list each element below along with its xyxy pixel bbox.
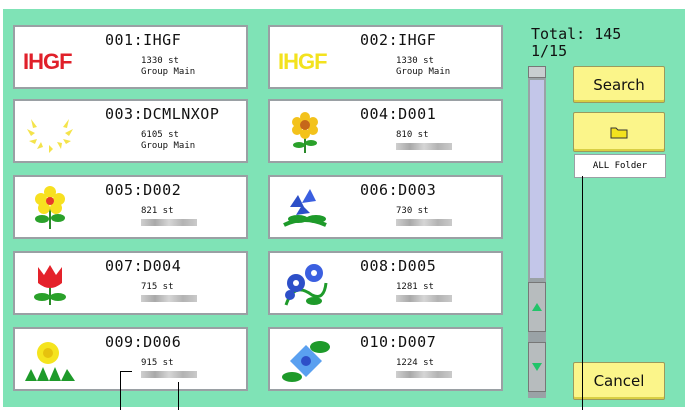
design-name: 003:DCMLNXOP	[105, 105, 220, 123]
blurred-group	[396, 371, 452, 378]
cancel-button[interactable]: Cancel	[573, 362, 665, 400]
hgf-red-logo-icon: IHGF	[23, 49, 73, 74]
blurred-group	[396, 295, 452, 302]
scrollbar-top-cap	[528, 66, 546, 78]
group-name: Group Main	[396, 67, 451, 77]
design-card-003[interactable]: 003:DCMLNXOP 6105 st Group Main	[13, 99, 248, 163]
svg-text:IHGF: IHGF	[23, 49, 72, 74]
design-name: 008:D005	[360, 257, 437, 275]
stitch-count: 1330 st	[141, 56, 179, 66]
triangle-down-icon	[532, 363, 542, 371]
group-name: Group Main	[141, 67, 196, 77]
stitch-count: 821 st	[141, 206, 174, 216]
blurred-group	[141, 371, 197, 378]
folder-button[interactable]	[573, 112, 665, 152]
design-card-005[interactable]: 005:D002 821 st	[13, 175, 248, 239]
cancel-button-label: Cancel	[593, 372, 645, 390]
design-card-004[interactable]: 004:D001 810 st	[268, 99, 503, 163]
sunflower-icon	[292, 112, 318, 153]
page-indicator: 1/15	[531, 42, 568, 60]
stitch-count: 810 st	[396, 130, 429, 140]
stitch-count: 6105 st	[141, 130, 179, 140]
hgf-yellow-logo-icon: IHGF	[278, 49, 328, 74]
design-name: 002:IHGF	[360, 31, 437, 49]
svg-text:IHGF: IHGF	[278, 49, 327, 74]
scrollbar-thumb[interactable]	[530, 80, 544, 278]
design-name: 001:IHGF	[105, 31, 182, 49]
search-button[interactable]: Search	[573, 66, 665, 103]
stitch-count: 915 st	[141, 358, 174, 368]
stitch-count: 1281 st	[396, 282, 434, 292]
design-card-010[interactable]: 010:D007 1224 st	[268, 327, 503, 391]
design-name: 009:D006	[105, 333, 182, 351]
design-card-007[interactable]: 007:D004 715 st	[13, 251, 248, 315]
callout-line-stitch-v	[120, 371, 121, 410]
red-tulip-icon	[34, 265, 66, 305]
design-card-002[interactable]: IHGF 002:IHGF 1330 st Group Main	[268, 25, 503, 89]
stitch-count: 1224 st	[396, 358, 434, 368]
callout-line-group-v	[178, 382, 179, 410]
stitch-count: 715 st	[141, 282, 174, 292]
scroll-up-button[interactable]	[528, 282, 546, 332]
design-card-006[interactable]: 006:D003 730 st	[268, 175, 503, 239]
blurred-group	[396, 219, 452, 226]
stitch-count: 1330 st	[396, 56, 434, 66]
design-name: 005:D002	[105, 181, 182, 199]
yellow-flower-icon	[35, 186, 65, 229]
sun-ring-icon	[27, 119, 73, 153]
design-select-screen: IHGF 001:IHGF 1330 st Group Main IHGF 00…	[0, 0, 688, 410]
blurred-group	[141, 219, 197, 226]
group-name: Group Main	[141, 141, 196, 151]
hydrangea-icon	[282, 341, 330, 382]
callout-line-stitch	[120, 371, 132, 372]
triangle-up-icon	[532, 303, 542, 311]
blurred-group	[141, 295, 197, 302]
scroll-down-button[interactable]	[528, 342, 546, 392]
callout-line-folder-v	[582, 176, 583, 410]
current-folder-label: ALL Folder	[574, 154, 666, 178]
design-name: 004:D001	[360, 105, 437, 123]
design-name: 007:D004	[105, 257, 182, 275]
total-count: Total: 145	[531, 25, 622, 43]
stitch-count: 730 st	[396, 206, 429, 216]
morning-glory-icon	[284, 264, 328, 306]
design-name: 006:D003	[360, 181, 437, 199]
search-button-label: Search	[593, 75, 645, 94]
design-card-008[interactable]: 008:D005 1281 st	[268, 251, 503, 315]
folder-icon	[610, 127, 628, 139]
design-card-001[interactable]: IHGF 001:IHGF 1330 st Group Main	[13, 25, 248, 89]
design-card-009[interactable]: 009:D006 915 st	[13, 327, 248, 391]
blue-bellflower-icon	[283, 189, 327, 227]
blurred-group	[396, 143, 452, 150]
design-name: 010:D007	[360, 333, 437, 351]
dandelion-icon	[25, 342, 75, 381]
